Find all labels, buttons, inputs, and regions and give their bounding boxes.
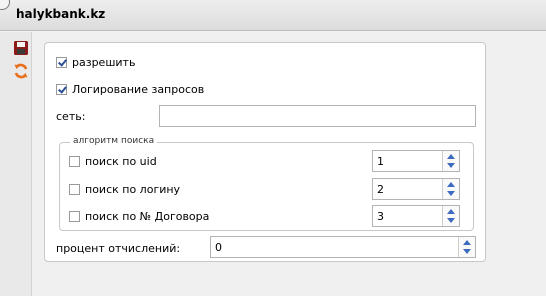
search-uid-spinner[interactable]: 1 — [372, 150, 460, 172]
network-input[interactable] — [159, 105, 476, 127]
window-title: halykbank.kz — [16, 7, 106, 21]
search-login-row: поиск по логину — [69, 183, 180, 196]
side-toolbar — [0, 32, 32, 296]
search-uid-row: поиск по uid — [69, 155, 157, 168]
window-titlebar: halykbank.kz — [0, 0, 546, 31]
search-uid-value: 1 — [377, 155, 384, 168]
allow-row: разрешить — [56, 56, 135, 69]
save-button[interactable] — [12, 39, 30, 57]
spinner-buttons — [458, 237, 475, 257]
logging-row: Логирование запросов — [56, 83, 204, 96]
search-contract-spinner[interactable]: 3 — [372, 205, 460, 227]
spin-up-icon[interactable] — [445, 151, 457, 161]
logging-checkbox[interactable] — [56, 84, 67, 95]
main-area: разрешить Логирование запросов сеть: алг… — [33, 32, 546, 296]
search-contract-label: поиск по № Договора — [85, 210, 210, 223]
search-uid-label: поиск по uid — [85, 155, 157, 168]
spin-down-icon[interactable] — [445, 189, 457, 199]
network-label: сеть: — [56, 110, 86, 123]
search-login-label: поиск по логину — [85, 183, 181, 196]
spinner-buttons — [442, 179, 459, 199]
spinner-buttons — [442, 151, 459, 171]
deduction-value: 0 — [215, 241, 222, 254]
spin-down-icon[interactable] — [445, 216, 457, 226]
spinner-buttons — [442, 206, 459, 226]
search-login-value: 2 — [377, 183, 384, 196]
spin-up-icon[interactable] — [445, 179, 457, 189]
spin-up-icon[interactable] — [461, 237, 473, 247]
network-row: сеть: — [56, 110, 85, 123]
spin-up-icon[interactable] — [445, 206, 457, 216]
spin-down-icon[interactable] — [461, 247, 473, 257]
search-contract-value: 3 — [377, 210, 384, 223]
allow-checkbox[interactable] — [56, 57, 67, 68]
search-algorithm-legend: алгоритм поиска — [70, 136, 158, 146]
deduction-spinner[interactable]: 0 — [210, 236, 476, 258]
search-algorithm-group: алгоритм поиска поиск по uid 1 поиск по … — [59, 136, 474, 231]
deduction-row: процент отчислений: — [56, 242, 180, 255]
save-icon — [14, 41, 28, 55]
allow-label: разрешить — [72, 56, 136, 69]
deduction-label: процент отчислений: — [56, 242, 181, 255]
settings-panel: разрешить Логирование запросов сеть: алг… — [44, 42, 486, 262]
search-contract-row: поиск по № Договора — [69, 210, 209, 223]
search-login-spinner[interactable]: 2 — [372, 178, 460, 200]
search-contract-checkbox[interactable] — [69, 211, 80, 222]
search-icon[interactable] — [0, 0, 10, 10]
refresh-button[interactable] — [12, 62, 30, 80]
search-login-checkbox[interactable] — [69, 184, 80, 195]
logging-label: Логирование запросов — [72, 83, 205, 96]
refresh-icon — [14, 63, 28, 79]
spin-down-icon[interactable] — [445, 161, 457, 171]
search-uid-checkbox[interactable] — [69, 156, 80, 167]
